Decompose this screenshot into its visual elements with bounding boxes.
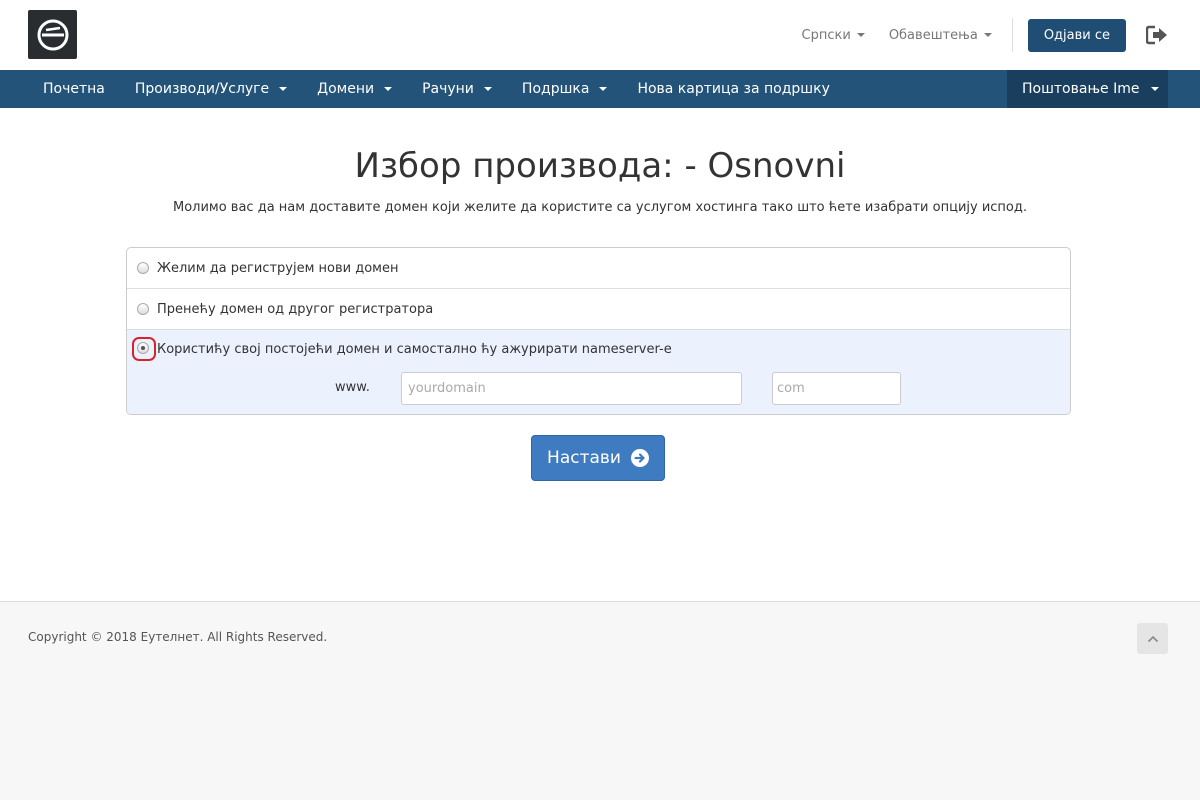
language-dropdown[interactable]: Српски: [802, 28, 865, 43]
register-domain-radio[interactable]: [137, 262, 149, 274]
option-label: Желим да региструјем нови домен: [157, 260, 399, 276]
nav-item-support[interactable]: Подршка: [507, 70, 623, 108]
caret-down-icon: [856, 33, 865, 37]
caret-down-icon: [1151, 87, 1160, 91]
caret-down-icon: [384, 87, 393, 91]
continue-button[interactable]: Настави: [531, 435, 665, 481]
option-label: Пренећу домен од другог регистратора: [157, 301, 434, 317]
intro-text: Молимо вас да нам доставите домен који ж…: [172, 200, 1027, 215]
notifications-dropdown[interactable]: Обавештења: [889, 28, 992, 43]
nav-item-invoices[interactable]: Рачуни: [407, 70, 507, 108]
nav-item-new-ticket[interactable]: Нова картица за подршку: [622, 70, 844, 108]
top-header: Српски Обавештења Одјави се: [0, 0, 1200, 70]
logo[interactable]: [28, 10, 77, 59]
caret-down-icon: [599, 87, 608, 91]
option-own-domain[interactable]: Користићу свој постојећи домен и самоста…: [127, 330, 1070, 414]
back-to-top-button[interactable]: [1137, 623, 1168, 654]
nav-item-label: Домени: [317, 81, 375, 97]
domain-name-input[interactable]: [401, 372, 742, 405]
caret-down-icon: [483, 87, 492, 91]
www-prefix: www.: [335, 380, 370, 395]
top-links: Српски Обавештења Одјави се: [802, 0, 1200, 70]
nav-item-label: Нова картица за подршку: [637, 81, 830, 97]
caret-down-icon: [279, 87, 288, 91]
sign-out-icon[interactable]: [1146, 24, 1168, 46]
chevron-up-icon: [1147, 635, 1158, 642]
option-register-domain[interactable]: Желим да региструјем нови домен: [127, 248, 1070, 289]
own-domain-radio[interactable]: [137, 342, 149, 354]
page-title: Избор производа: - Osnovni: [354, 146, 846, 186]
transfer-domain-radio[interactable]: [137, 303, 149, 315]
option-transfer-domain[interactable]: Пренећу домен од другог регистратора: [127, 289, 1070, 330]
domain-input-row: www.: [127, 370, 1070, 406]
notifications-label: Обавештења: [888, 27, 978, 43]
nav-item-domains[interactable]: Домени: [302, 70, 407, 108]
nav-item-label: Подршка: [521, 81, 590, 97]
user-menu-dropdown[interactable]: Поштовање Ime: [1007, 70, 1168, 108]
nav-item-home[interactable]: Почетна: [28, 70, 120, 108]
nav-items: Почетна Производи/Услуге Домени Рачуни П…: [28, 70, 845, 108]
option-label: Користићу свој постојећи домен и самоста…: [157, 342, 672, 357]
main-navbar: Почетна Производи/Услуге Домени Рачуни П…: [0, 70, 1200, 108]
continue-label: Настави: [547, 448, 621, 468]
nav-item-label: Почетна: [43, 81, 105, 97]
arrow-right-circle-icon: [630, 449, 649, 467]
tld-input[interactable]: [772, 372, 901, 405]
caret-down-icon: [983, 33, 992, 37]
divider: [1011, 18, 1013, 52]
nav-item-label: Производи/Услуге: [134, 81, 270, 97]
language-label: Српски: [801, 27, 851, 43]
eutelnet-logo-icon: [37, 19, 68, 50]
domain-options-panel: Желим да региструјем нови домен Пренећу …: [126, 247, 1071, 415]
copyright-text: Copyright © 2018 Еутелнет. All Rights Re…: [28, 630, 328, 644]
footer: Copyright © 2018 Еутелнет. All Rights Re…: [0, 601, 1200, 800]
logout-button[interactable]: Одјави се: [1027, 18, 1126, 52]
nav-item-products-services[interactable]: Производи/Услуге: [120, 70, 302, 108]
user-menu-label: Поштовање Ime: [1022, 81, 1140, 97]
nav-item-label: Рачуни: [422, 81, 474, 97]
